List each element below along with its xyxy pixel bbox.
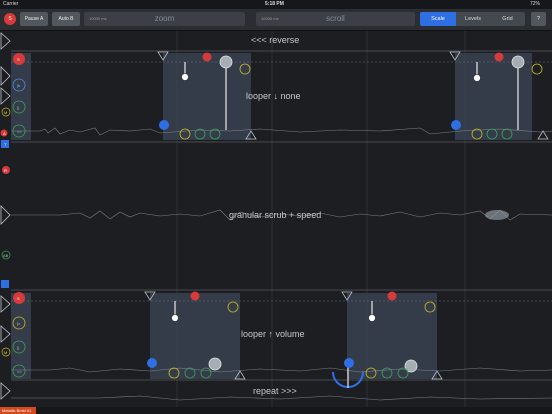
tab-grid[interactable]: Grid xyxy=(490,12,525,26)
carrier-label: Carrier xyxy=(3,1,19,7)
clock: 5:18 PM xyxy=(265,1,284,7)
loop-region-top-1 xyxy=(163,53,251,140)
track-granular-label: granular scrub + speed xyxy=(229,210,322,220)
scroll-label: scroll xyxy=(326,14,345,23)
bottom-bar xyxy=(0,407,552,414)
track-area[interactable]: <<< reverse looper ↓ none granular scrub… xyxy=(0,31,552,407)
track-looper-none-label: looper ↓ none xyxy=(246,91,301,101)
track-looper-volume-label: looper ↑ volume xyxy=(241,329,305,339)
auto-b-button[interactable]: Auto B xyxy=(52,12,80,26)
track-repeat-label: repeat >>> xyxy=(253,386,297,396)
track-reverse-label: <<< reverse xyxy=(251,35,300,45)
scroll-field[interactable]: 10000 ms scroll xyxy=(256,12,415,26)
sample-name-tag[interactable]: Metallic Bmbl 01 xyxy=(0,407,36,414)
battery-label: 72% xyxy=(530,1,541,7)
status-bar: Carrier 5:18 PM 72% xyxy=(0,0,552,9)
toolbar: S Pause A Auto B 10000 ms zoom 10000 ms … xyxy=(0,9,552,31)
tab-scale[interactable]: Scale xyxy=(420,12,456,26)
tab-levels[interactable]: Levels xyxy=(456,12,490,26)
s-badge-button[interactable]: S xyxy=(4,13,16,25)
zoom-label: zoom xyxy=(154,14,175,23)
help-button[interactable]: ? xyxy=(531,12,546,26)
loop-region-bottom-1 xyxy=(150,293,240,379)
zoom-field[interactable]: 10000 ms zoom xyxy=(84,12,245,26)
loop-region-bottom-2 xyxy=(347,293,437,379)
pause-a-button[interactable]: Pause A xyxy=(20,12,48,26)
